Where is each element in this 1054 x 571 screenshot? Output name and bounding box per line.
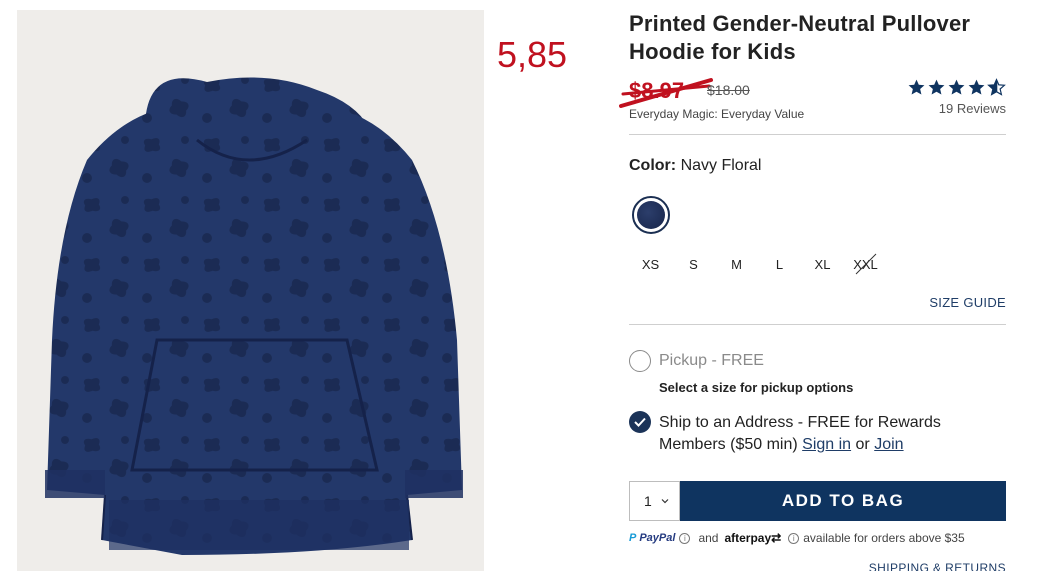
size-selector: XS S M L XL XXL: [629, 250, 887, 278]
value-tagline: Everyday Magic: Everyday Value: [629, 107, 805, 121]
product-image[interactable]: [17, 10, 484, 571]
size-option-xs[interactable]: XS: [629, 250, 672, 278]
paypal-logo: P PayPal: [629, 532, 675, 544]
pickup-label[interactable]: Pickup - FREE: [659, 352, 764, 370]
size-option-s[interactable]: S: [672, 250, 715, 278]
swatch-fill: [637, 201, 665, 229]
original-price: $18.00: [707, 82, 750, 98]
star-rating: [907, 78, 1006, 97]
size-label: M: [731, 256, 742, 272]
size-option-l[interactable]: L: [758, 250, 801, 278]
reviews-count[interactable]: 19 Reviews: [907, 101, 1006, 116]
unavailable-slash-icon: [855, 253, 877, 275]
color-swatch-navy-floral[interactable]: [632, 196, 670, 234]
divider: [629, 324, 1006, 325]
price-row: $8.97 $18.00: [619, 78, 750, 108]
payment-options: P PayPal i and afterpay⇄ i available for…: [629, 531, 965, 545]
size-option-xxl[interactable]: XXL: [844, 250, 887, 278]
star-icon: [968, 79, 985, 95]
pickup-note: Select a size for pickup options: [659, 380, 854, 395]
size-guide-link[interactable]: SIZE GUIDE: [929, 295, 1006, 310]
color-label-key: Color:: [629, 157, 677, 174]
color-label-value: Navy Floral: [680, 157, 762, 174]
pickup-radio[interactable]: [629, 350, 651, 372]
afterpay-info-icon[interactable]: i: [788, 532, 800, 544]
join-link[interactable]: Join: [874, 436, 903, 453]
ship-selected-check[interactable]: [629, 411, 651, 433]
chevron-down-icon: [661, 499, 669, 504]
paypal-icon: P: [629, 532, 637, 544]
divider: [629, 134, 1006, 135]
size-option-m[interactable]: M: [715, 250, 758, 278]
product-title: Printed Gender-Neutral Pullover Hoodie f…: [629, 11, 971, 64]
overlay-price: 5,85: [497, 34, 568, 75]
afterpay-logo: afterpay⇄: [724, 531, 782, 545]
half-star-icon: [987, 78, 1006, 96]
quantity-select[interactable]: 1: [629, 481, 680, 521]
size-option-xl[interactable]: XL: [801, 250, 844, 278]
quantity-value: 1: [644, 493, 652, 509]
paypal-text: PayPal: [639, 532, 676, 544]
size-label: XL: [814, 256, 831, 272]
sale-price: $8.97: [619, 78, 713, 108]
rating[interactable]: 19 Reviews: [907, 78, 1006, 116]
star-icon: [928, 79, 945, 95]
hoodie-illustration: [45, 77, 463, 555]
afterpay-text: afterpay: [724, 531, 772, 545]
star-icon: [908, 79, 925, 95]
size-label: S: [689, 256, 698, 272]
or-text: or: [855, 436, 870, 453]
paypal-info-icon[interactable]: i: [679, 532, 691, 544]
ship-label: Ship to an Address - FREE for Rewards Me…: [659, 412, 989, 456]
size-label: XS: [641, 256, 660, 272]
afterpay-note: available for orders above $35: [803, 531, 965, 545]
sign-in-link[interactable]: Sign in: [802, 436, 851, 453]
sale-price-text: $8.97: [629, 78, 685, 103]
star-icon: [948, 79, 965, 95]
size-label: L: [775, 256, 784, 272]
color-label: Color: Navy Floral: [629, 157, 761, 175]
and-text: and: [698, 531, 719, 545]
add-to-bag-button[interactable]: ADD TO BAG: [680, 481, 1006, 521]
shipping-returns-link[interactable]: SHIPPING & RETURNS: [869, 561, 1006, 571]
check-icon: [634, 417, 646, 427]
product-info-panel: Printed Gender-Neutral Pullover Hoodie f…: [619, 0, 1006, 571]
